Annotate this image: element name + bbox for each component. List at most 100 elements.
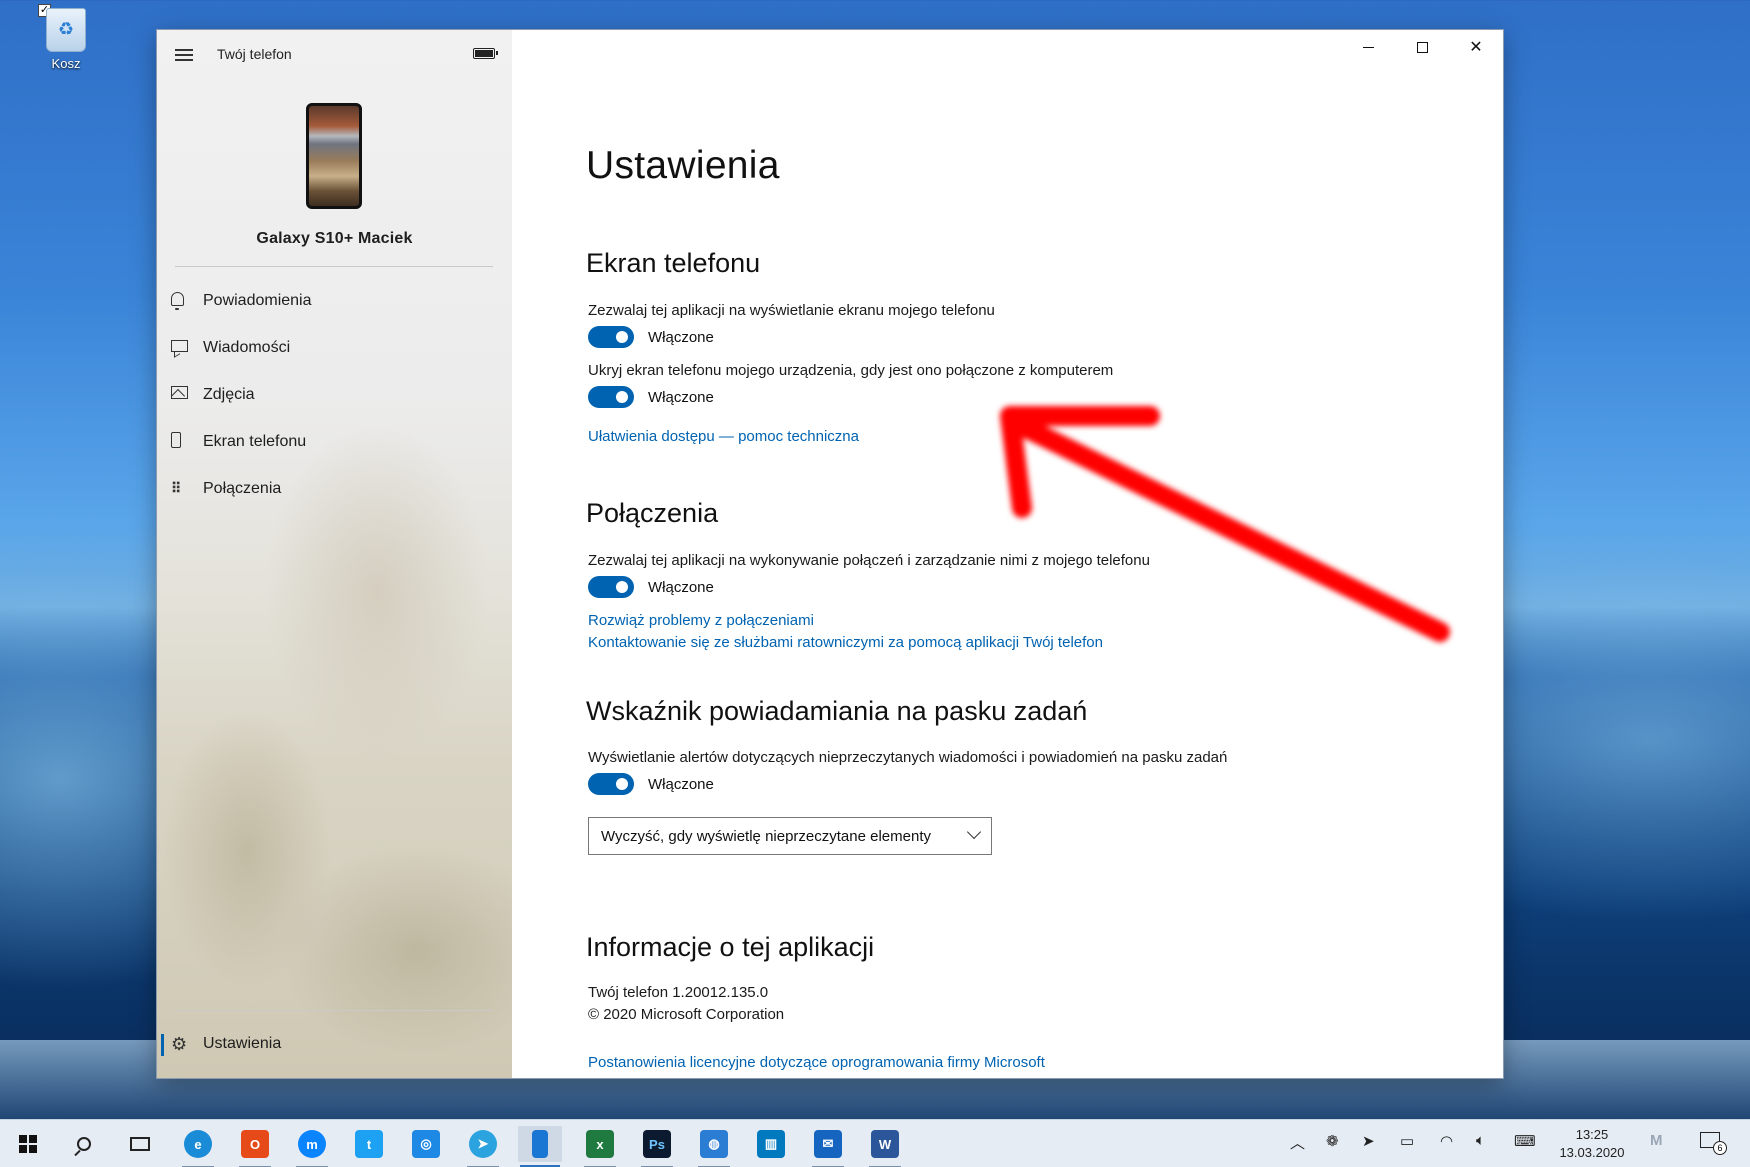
toggle-switch[interactable] <box>588 386 634 408</box>
notification-count-badge: 6 <box>1713 1141 1727 1155</box>
toggle-state-label: Włączone <box>648 388 714 406</box>
troubleshoot-calls-link[interactable]: Rozwiąż problemy z połączeniami <box>588 612 814 629</box>
setting-description: Ukryj ekran telefonu mojego urządzenia, … <box>588 362 1114 379</box>
sidebar-divider <box>175 1010 493 1011</box>
toggle-state-label: Włączone <box>648 775 714 793</box>
taskbar-twitter[interactable]: t <box>347 1126 391 1162</box>
action-center-icon[interactable]: 6 <box>1700 1132 1727 1155</box>
sidebar-divider <box>175 266 493 267</box>
message-icon <box>171 340 188 352</box>
toggle-show-phone-screen[interactable]: Włączone <box>588 326 714 348</box>
sidebar-item-phone-screen[interactable]: Ekran telefonu <box>157 422 512 462</box>
taskbar-clock[interactable]: 13:25 13.03.2020 <box>1554 1126 1630 1162</box>
license-terms-link[interactable]: Postanowienia licencyjne dotyczące oprog… <box>588 1054 1045 1071</box>
edge-icon: e <box>184 1130 212 1158</box>
dialpad-icon: ⠿ <box>171 480 181 496</box>
recycle-bin-shortcut[interactable]: ✓ Kosz <box>36 4 96 71</box>
setting-description: Zezwalaj tej aplikacji na wyświetlanie e… <box>588 302 995 319</box>
chevron-down-icon <box>966 824 982 840</box>
emergency-services-link[interactable]: Kontaktowanie się ze służbami ratowniczy… <box>588 634 1103 651</box>
taskbar-office[interactable]: O <box>233 1126 277 1167</box>
toggle-switch[interactable] <box>588 326 634 348</box>
task-view-button[interactable] <box>118 1126 162 1162</box>
toggle-switch[interactable] <box>588 773 634 795</box>
toggle-hide-phone-screen[interactable]: Włączone <box>588 386 714 408</box>
tray-telegram-icon[interactable]: ➤ <box>1362 1132 1375 1150</box>
office-icon: O <box>241 1130 269 1158</box>
toggle-calls[interactable]: Włączone <box>588 576 714 598</box>
tray-cloud-icon[interactable]: ❁ <box>1326 1132 1339 1150</box>
taskbar-your-phone[interactable] <box>518 1126 562 1167</box>
task-view-icon <box>130 1137 150 1151</box>
taskbar-messenger[interactable]: m <box>290 1126 334 1167</box>
taskbar-mail[interactable]: ✉ <box>806 1126 850 1167</box>
setting-description: Wyświetlanie alertów dotyczących nieprze… <box>588 749 1228 766</box>
tray-wifi-icon[interactable]: ◠ <box>1440 1132 1453 1150</box>
tray-volume-icon[interactable]: 🔈︎ <box>1476 1132 1485 1149</box>
sidebar-item-label: Wiadomości <box>203 339 291 356</box>
browser-icon: ◍ <box>700 1130 728 1158</box>
setting-description: Zezwalaj tej aplikacji na wykonywanie po… <box>588 552 1150 569</box>
taskbar-browser[interactable]: ◍ <box>692 1126 736 1167</box>
sidebar-item-messages[interactable]: Wiadomości <box>157 328 512 368</box>
taskbar-excel[interactable]: x <box>578 1126 622 1167</box>
search-icon <box>77 1137 91 1151</box>
section-heading-calls: Połączenia <box>586 498 719 528</box>
recycle-bin-icon <box>46 8 86 52</box>
app-title: Twój telefon <box>217 46 292 62</box>
sidebar-item-notifications[interactable]: Powiadomienia <box>157 281 512 321</box>
mail-icon: ✉ <box>814 1130 842 1158</box>
instagram-icon: ◎ <box>412 1130 440 1158</box>
toggle-switch[interactable] <box>588 576 634 598</box>
sidebar-item-settings[interactable]: ⚙ Ustawienia <box>157 1024 512 1064</box>
sidebar-item-label: Ustawienia <box>203 1035 282 1052</box>
sidebar-item-label: Ekran telefonu <box>203 433 307 450</box>
sidebar-item-calls[interactable]: ⠿ Połączenia <box>157 469 512 509</box>
sidebar: Twój telefon Galaxy S10+ Maciek Powiadom… <box>157 30 512 1078</box>
taskbar-word[interactable]: W <box>863 1126 907 1167</box>
windows-logo-icon <box>19 1135 37 1153</box>
photos-icon <box>171 386 188 399</box>
tray-overflow-icon[interactable]: ︿ <box>1290 1132 1305 1153</box>
page-title: Ustawienia <box>586 144 780 187</box>
clock-time: 13:25 <box>1575 1127 1609 1142</box>
word-icon: W <box>871 1130 899 1158</box>
twitter-icon: t <box>355 1130 383 1158</box>
taskbar-telegram[interactable]: ➤ <box>461 1126 505 1167</box>
section-heading-taskbar-badge: Wskaźnik powiadamiania na pasku zadań <box>586 696 1088 726</box>
phone-wallpaper-thumbnail <box>306 103 362 209</box>
your-phone-window: Twój telefon Galaxy S10+ Maciek Powiadom… <box>157 30 1503 1078</box>
clock-date: 13.03.2020 <box>1559 1145 1625 1160</box>
sidebar-item-label: Powiadomienia <box>203 292 312 309</box>
dropdown-value: Wyczyść, gdy wyświetlę nieprzeczytane el… <box>601 827 931 845</box>
trello-icon: ▥ <box>757 1130 785 1158</box>
excel-icon: x <box>586 1130 614 1158</box>
badge-clear-dropdown[interactable]: Wyczyść, gdy wyświetlę nieprzeczytane el… <box>588 817 992 855</box>
tray-app-icon[interactable]: M <box>1650 1132 1663 1149</box>
hamburger-menu-icon[interactable] <box>171 46 201 68</box>
toggle-state-label: Włączone <box>648 578 714 596</box>
tray-keyboard-icon[interactable]: ⌨ <box>1514 1132 1536 1150</box>
accessibility-help-link[interactable]: Ułatwienia dostępu — pomoc techniczna <box>588 428 859 445</box>
search-button[interactable] <box>62 1126 106 1162</box>
taskbar: e O m t ◎ ➤ x Ps ◍ ▥ ✉ W ︿ ❁ ➤ ▭ ◠ 🔈︎ ⌨ … <box>0 1119 1750 1167</box>
photoshop-icon: Ps <box>643 1130 671 1158</box>
sidebar-item-photos[interactable]: Zdjęcia <box>157 375 512 415</box>
taskbar-trello[interactable]: ▥ <box>749 1126 793 1162</box>
copyright: © 2020 Microsoft Corporation <box>588 1006 785 1023</box>
taskbar-edge[interactable]: e <box>176 1126 220 1167</box>
section-heading-phone-screen: Ekran telefonu <box>586 248 761 278</box>
sidebar-item-label: Połączenia <box>203 480 282 497</box>
recycle-bin-label: Kosz <box>51 56 81 71</box>
battery-icon <box>473 48 498 59</box>
start-button[interactable] <box>6 1126 50 1162</box>
section-heading-about: Informacje o tej aplikacji <box>586 932 875 962</box>
toggle-taskbar-badge[interactable]: Włączone <box>588 773 714 795</box>
taskbar-photoshop[interactable]: Ps <box>635 1126 679 1167</box>
taskbar-instagram[interactable]: ◎ <box>404 1126 448 1162</box>
tray-battery-icon[interactable]: ▭ <box>1400 1132 1414 1150</box>
phone-screen-icon <box>171 431 181 448</box>
toggle-state-label: Włączone <box>648 328 714 346</box>
gear-icon: ⚙ <box>171 1033 188 1054</box>
your-phone-icon <box>532 1130 548 1158</box>
